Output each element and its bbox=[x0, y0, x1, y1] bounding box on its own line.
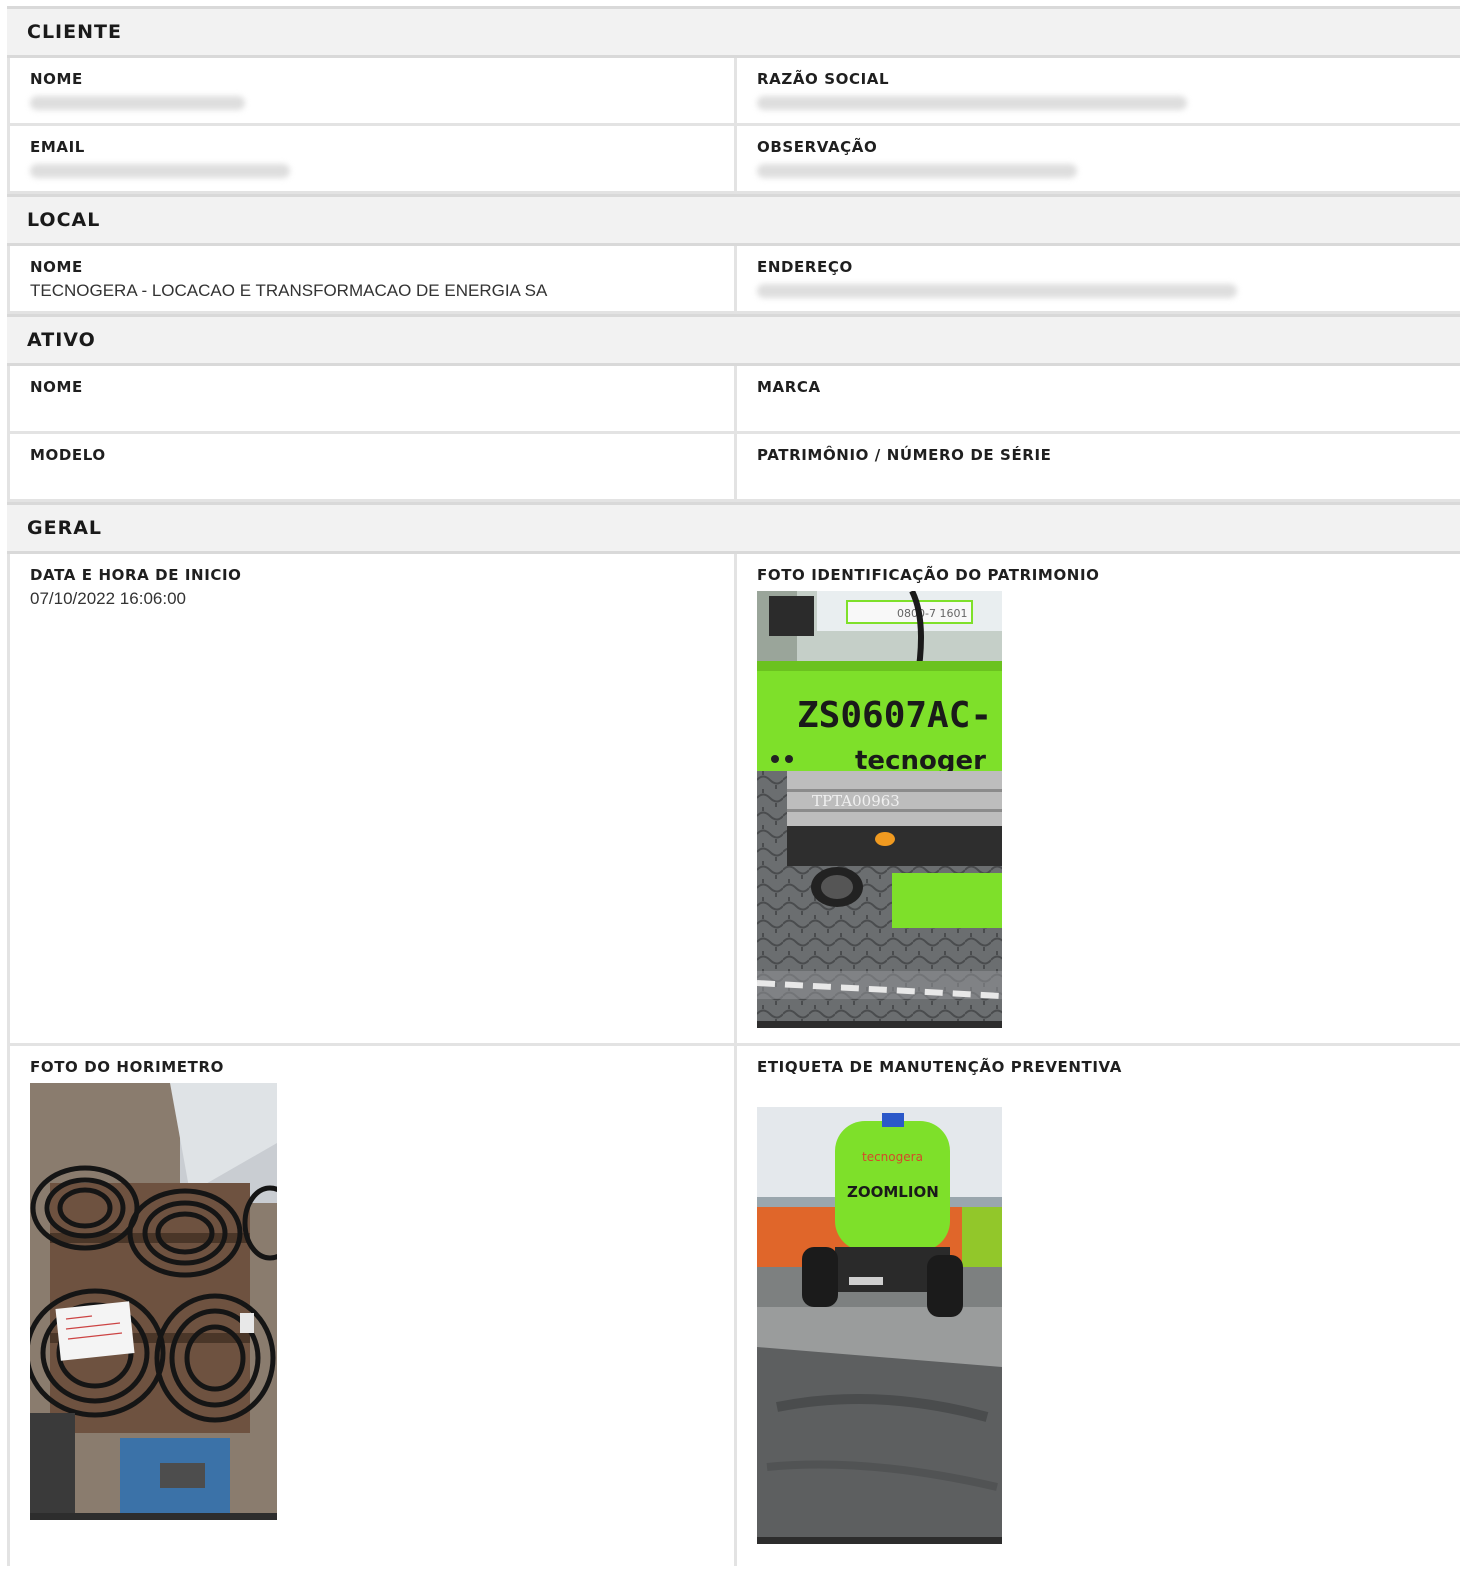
field-label: MODELO bbox=[30, 446, 106, 464]
photo-patrimonio[interactable]: 0800-7 1601 ZS0607AC- tecnoger TPTA00963 bbox=[757, 591, 1002, 1028]
section-title: LOCAL bbox=[27, 209, 101, 231]
photo-horimetro[interactable] bbox=[30, 1083, 277, 1520]
field-razao-social: RAZÃO SOCIAL bbox=[737, 58, 1460, 123]
field-label: NOME bbox=[30, 258, 83, 276]
field-email: EMAIL bbox=[7, 126, 737, 191]
field-endereco: ENDEREÇO bbox=[737, 246, 1460, 311]
photo-brand-text: tecnogera bbox=[862, 1150, 923, 1164]
field-label: FOTO IDENTIFICAÇÃO DO PATRIMONIO bbox=[757, 566, 1100, 584]
cables-photo-image bbox=[30, 1083, 277, 1520]
field-observacao: OBSERVAÇÃO bbox=[737, 126, 1460, 191]
section-header-geral: GERAL bbox=[7, 502, 1460, 554]
field-cliente-nome: NOME bbox=[7, 58, 737, 123]
row-cliente-email: EMAIL OBSERVAÇÃO bbox=[7, 126, 1460, 194]
section-title: GERAL bbox=[27, 517, 103, 539]
row-cliente-nome: NOME RAZÃO SOCIAL bbox=[7, 58, 1460, 126]
field-value: TECNOGERA - LOCACAO E TRANSFORMACAO DE E… bbox=[30, 281, 548, 300]
lift-photo-image: tecnogera ZOOMLION bbox=[757, 1107, 1002, 1544]
machine-photo-image: 0800-7 1601 ZS0607AC- tecnoger TPTA00963 bbox=[757, 591, 1002, 1028]
row-local: NOME TECNOGERA - LOCACAO E TRANSFORMACAO… bbox=[7, 246, 1460, 314]
section-header-ativo: ATIVO bbox=[7, 314, 1460, 366]
field-local-nome: NOME TECNOGERA - LOCACAO E TRANSFORMACAO… bbox=[7, 246, 737, 311]
field-label: RAZÃO SOCIAL bbox=[757, 70, 890, 88]
photo-phone-text: 0800-7 1601 bbox=[897, 607, 967, 620]
field-label: PATRIMÔNIO / NÚMERO DE SÉRIE bbox=[757, 446, 1052, 464]
section-header-local: LOCAL bbox=[7, 194, 1460, 246]
photo-etiqueta[interactable]: tecnogera ZOOMLION bbox=[757, 1107, 1002, 1544]
field-label: OBSERVAÇÃO bbox=[757, 138, 878, 156]
photo-serial-text: TPTA00963 bbox=[812, 792, 900, 810]
report: CLIENTE NOME RAZÃO SOCIAL EMAIL OBSERVAÇ… bbox=[7, 6, 1460, 1566]
field-value: 07/10/2022 16:06:00 bbox=[30, 589, 186, 608]
redacted-value bbox=[757, 284, 1237, 298]
photo-logo-text: ZOOMLION bbox=[847, 1183, 939, 1201]
row-ativo-nome: NOME MARCA bbox=[7, 366, 1460, 434]
field-label: NOME bbox=[30, 378, 83, 396]
field-ativo-nome: NOME bbox=[7, 366, 737, 431]
field-label: EMAIL bbox=[30, 138, 85, 156]
section-title: CLIENTE bbox=[27, 21, 122, 43]
field-modelo: MODELO bbox=[7, 434, 737, 499]
field-label: ENDEREÇO bbox=[757, 258, 853, 276]
row-ativo-modelo: MODELO PATRIMÔNIO / NÚMERO DE SÉRIE bbox=[7, 434, 1460, 502]
field-foto-patrimonio: FOTO IDENTIFICAÇÃO DO PATRIMONIO 0800-7 … bbox=[737, 554, 1460, 1043]
photo-plate-text: ZS0607AC- bbox=[797, 695, 992, 736]
redacted-value bbox=[30, 164, 290, 178]
field-etiqueta: ETIQUETA DE MANUTENÇÃO PREVENTIVA tecnog… bbox=[737, 1046, 1460, 1566]
field-label: MARCA bbox=[757, 378, 821, 396]
field-foto-horimetro: FOTO DO HORIMETRO bbox=[7, 1046, 737, 1566]
row-geral-fotos: FOTO DO HORIMETRO ETIQUETA DE MANUTENÇÃO… bbox=[7, 1046, 1460, 1566]
field-label: NOME bbox=[30, 70, 83, 88]
field-label: FOTO DO HORIMETRO bbox=[30, 1058, 224, 1076]
field-marca: MARCA bbox=[737, 366, 1460, 431]
row-geral-inicio: DATA E HORA DE INICIO 07/10/2022 16:06:0… bbox=[7, 554, 1460, 1046]
field-label: ETIQUETA DE MANUTENÇÃO PREVENTIVA bbox=[757, 1058, 1122, 1076]
section-header-cliente: CLIENTE bbox=[7, 6, 1460, 58]
redacted-value bbox=[757, 164, 1077, 178]
section-title: ATIVO bbox=[27, 329, 96, 351]
field-data-inicio: DATA E HORA DE INICIO 07/10/2022 16:06:0… bbox=[7, 554, 737, 1043]
field-patrimonio: PATRIMÔNIO / NÚMERO DE SÉRIE bbox=[737, 434, 1460, 499]
field-label: DATA E HORA DE INICIO bbox=[30, 566, 242, 584]
redacted-value bbox=[757, 96, 1187, 110]
redacted-value bbox=[30, 96, 245, 110]
